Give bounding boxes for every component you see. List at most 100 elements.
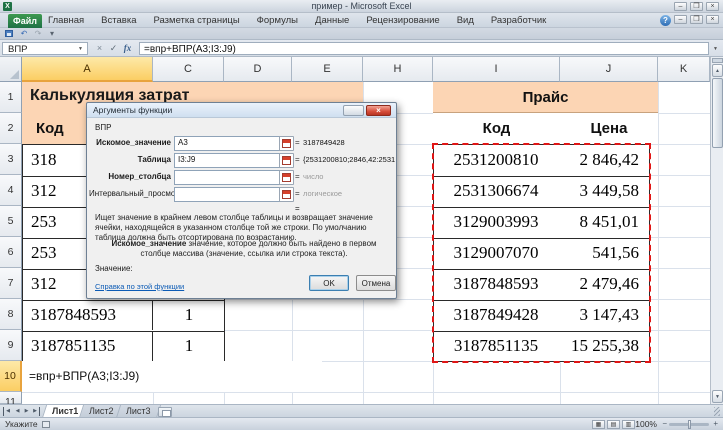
- range-picker-icon[interactable]: [279, 153, 294, 168]
- window-title: пример - Microsoft Excel: [311, 1, 412, 11]
- restore-icon[interactable]: ❒: [690, 2, 703, 11]
- selected-range-marching-ants: [432, 143, 651, 363]
- equals-sign: =: [295, 155, 300, 164]
- minimize-icon[interactable]: –: [674, 2, 687, 11]
- row-header-11[interactable]: 11: [0, 392, 22, 404]
- tab-developer[interactable]: Разработчик: [491, 15, 546, 26]
- col-header-k[interactable]: K: [658, 57, 710, 82]
- cell-a8[interactable]: 3187848593: [23, 300, 153, 330]
- dialog-title-bar[interactable]: Аргументы функции ×: [87, 103, 396, 118]
- split-handle[interactable]: [712, 58, 723, 63]
- equals-sign: =: [295, 204, 300, 213]
- row-header-9[interactable]: 9: [0, 330, 22, 361]
- workbook-restore-icon[interactable]: ❒: [690, 15, 703, 24]
- name-box-dropdown-icon[interactable]: ▼: [78, 46, 83, 52]
- save-icon[interactable]: [5, 30, 13, 37]
- row-header-6[interactable]: 6: [0, 237, 22, 268]
- col-header-h[interactable]: H: [363, 57, 433, 82]
- cell-a9[interactable]: 3187851135: [23, 331, 153, 361]
- table-row[interactable]: 3187848593 1: [23, 300, 224, 332]
- arg-input-lookup-value[interactable]: A3: [174, 136, 281, 151]
- first-sheet-icon[interactable]: ◀: [3, 407, 12, 416]
- row-header-10[interactable]: 10: [0, 361, 22, 392]
- scroll-up-icon[interactable]: ▲: [712, 64, 723, 77]
- cell-c9[interactable]: 1: [154, 331, 224, 361]
- row-header-5[interactable]: 5: [0, 206, 22, 237]
- row-header-8[interactable]: 8: [0, 299, 22, 330]
- expand-formula-bar-icon[interactable]: ▼: [713, 46, 718, 52]
- view-page-break-icon[interactable]: ▥: [622, 420, 635, 429]
- tab-formulas[interactable]: Формулы: [257, 15, 298, 26]
- cell-price-title[interactable]: Прайс: [433, 82, 658, 113]
- argument-row: Интервальный_просмотр = логическое: [87, 185, 396, 202]
- arg-input-range-lookup[interactable]: [174, 187, 281, 202]
- cancel-entry-icon[interactable]: ×: [93, 42, 106, 55]
- help-link[interactable]: Справка по этой функции: [95, 282, 184, 291]
- name-box[interactable]: ВПР: [2, 42, 88, 55]
- view-normal-icon[interactable]: ▦: [592, 420, 605, 429]
- tab-data[interactable]: Данные: [315, 15, 349, 26]
- zoom-in-icon[interactable]: +: [713, 419, 718, 428]
- macro-record-icon[interactable]: [42, 421, 50, 428]
- title-bar: X пример - Microsoft Excel – ❒ ×: [0, 0, 723, 13]
- tab-page-layout[interactable]: Разметка страницы: [153, 15, 239, 26]
- range-picker-icon[interactable]: [279, 170, 294, 185]
- arg-label: Интервальный_просмотр: [89, 189, 184, 198]
- tab-file[interactable]: Файл: [8, 14, 42, 28]
- row-header-2[interactable]: 2: [0, 113, 22, 144]
- formula-input[interactable]: =впр+ВПР(A3;I3:J9): [139, 42, 709, 55]
- cancel-button[interactable]: Отмена: [356, 275, 396, 291]
- zoom-level[interactable]: 100%: [635, 419, 657, 429]
- resize-grip[interactable]: [714, 407, 720, 416]
- col-header-e[interactable]: E: [292, 57, 363, 82]
- zoom-slider-thumb[interactable]: [688, 420, 691, 429]
- col-header-i[interactable]: I: [433, 57, 560, 82]
- formula-bar: ВПР ▼ × ✓ fx =впр+ВПР(A3;I3:J9) ▼: [0, 40, 723, 57]
- cell-code-header[interactable]: Код: [433, 113, 560, 144]
- dialog-close-icon[interactable]: ×: [366, 105, 391, 116]
- qat-more-icon[interactable]: ▾: [46, 29, 58, 39]
- cell-a10-edit[interactable]: =впр+ВПР(A3;I3:J9): [22, 361, 322, 392]
- table-row[interactable]: 3187851135 1: [23, 331, 224, 362]
- cell-price-header[interactable]: Цена: [560, 113, 658, 144]
- row-header-7[interactable]: 7: [0, 268, 22, 299]
- range-picker-icon[interactable]: [279, 136, 294, 151]
- col-header-c[interactable]: C: [153, 57, 224, 82]
- ok-button[interactable]: OK: [309, 275, 349, 291]
- col-header-a[interactable]: A: [22, 57, 153, 82]
- arg-input-col-index[interactable]: [174, 170, 281, 185]
- workbook-minimize-icon[interactable]: –: [674, 15, 687, 24]
- vertical-scrollbar[interactable]: ▲ ▼: [710, 57, 723, 404]
- view-page-layout-icon[interactable]: ▤: [607, 420, 620, 429]
- tab-review[interactable]: Рецензирование: [366, 15, 439, 26]
- argument-row: Таблица I3:J9 = {2531200810;2846,42:2531…: [87, 151, 396, 168]
- undo-icon[interactable]: ↶: [18, 29, 30, 39]
- redo-icon[interactable]: ↷: [32, 29, 44, 39]
- row-header-4[interactable]: 4: [0, 175, 22, 206]
- next-sheet-icon[interactable]: ▶: [22, 407, 31, 416]
- vertical-scroll-thumb[interactable]: [712, 78, 723, 148]
- select-all-corner[interactable]: [0, 57, 22, 82]
- workbook-close-icon[interactable]: ×: [706, 15, 719, 24]
- row-header-3[interactable]: 3: [0, 144, 22, 175]
- prev-sheet-icon[interactable]: ◀: [13, 407, 22, 416]
- insert-sheet-icon[interactable]: [158, 407, 172, 417]
- tab-insert[interactable]: Вставка: [101, 15, 136, 26]
- help-icon[interactable]: ?: [660, 15, 671, 26]
- arg-input-table[interactable]: I3:J9: [174, 153, 281, 168]
- scroll-down-icon[interactable]: ▼: [712, 390, 723, 403]
- enter-entry-icon[interactable]: ✓: [107, 42, 120, 55]
- col-header-j[interactable]: J: [560, 57, 658, 82]
- range-picker-icon[interactable]: [279, 187, 294, 202]
- cell-c8[interactable]: 1: [154, 300, 224, 330]
- tab-home[interactable]: Главная: [48, 15, 84, 26]
- excel-window: X пример - Microsoft Excel – ❒ × Файл Гл…: [0, 0, 723, 430]
- dialog-help-icon[interactable]: [343, 105, 364, 116]
- close-icon[interactable]: ×: [706, 2, 719, 11]
- last-sheet-icon[interactable]: ▶: [31, 407, 40, 416]
- tab-view[interactable]: Вид: [457, 15, 474, 26]
- insert-function-icon[interactable]: fx: [121, 42, 134, 55]
- zoom-out-icon[interactable]: −: [662, 419, 667, 428]
- col-header-d[interactable]: D: [224, 57, 292, 82]
- row-header-1[interactable]: 1: [0, 82, 22, 113]
